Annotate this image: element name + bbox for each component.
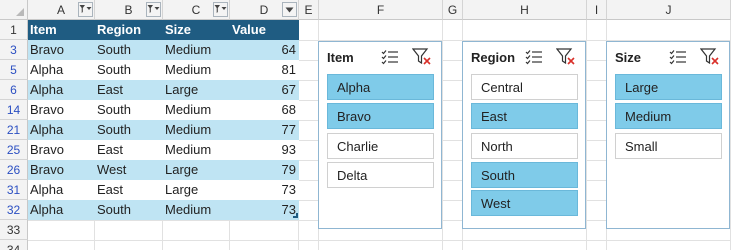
- table-cell[interactable]: Large: [163, 180, 230, 200]
- table-cell[interactable]: Medium: [163, 120, 230, 140]
- header-label: Value: [232, 22, 266, 37]
- table-cell[interactable]: Medium: [163, 60, 230, 80]
- slicer-button[interactable]: West: [471, 190, 578, 216]
- column-header-i[interactable]: I: [587, 0, 607, 20]
- slicer-size[interactable]: Size Large Medium Small: [606, 41, 730, 229]
- table-cell[interactable]: Medium: [163, 100, 230, 120]
- filter-dropdown-icon[interactable]: [146, 2, 161, 17]
- table-cell[interactable]: Bravo: [28, 140, 95, 160]
- table-cell[interactable]: Medium: [163, 40, 230, 60]
- table-header-value[interactable]: Value: [230, 20, 299, 40]
- gridline: [586, 20, 587, 250]
- header-label: Size: [165, 22, 192, 37]
- slicer-button[interactable]: Alpha: [327, 74, 434, 100]
- header-label: Region: [97, 22, 142, 37]
- table-header-size[interactable]: Size: [163, 20, 230, 40]
- row-header[interactable]: 34: [0, 240, 28, 250]
- row-header[interactable]: 3: [0, 40, 28, 60]
- table-cell[interactable]: West: [95, 160, 163, 180]
- table-cell[interactable]: South: [95, 40, 163, 60]
- filter-dropdown-icon[interactable]: [213, 2, 228, 17]
- table-cell[interactable]: South: [95, 120, 163, 140]
- row-header[interactable]: 14: [0, 100, 28, 120]
- slicer-button[interactable]: South: [471, 162, 578, 188]
- select-all-corner[interactable]: [0, 0, 28, 20]
- column-header-e[interactable]: E: [299, 0, 319, 20]
- table-cell[interactable]: Alpha: [28, 60, 95, 80]
- table-header-item[interactable]: Item: [28, 20, 95, 40]
- table-cell[interactable]: Alpha: [28, 200, 95, 220]
- multi-select-icon[interactable]: [523, 46, 545, 68]
- row-header[interactable]: 5: [0, 60, 28, 80]
- table-cell[interactable]: East: [95, 140, 163, 160]
- multi-select-icon[interactable]: [379, 46, 401, 68]
- gridline: [28, 240, 731, 241]
- table-cell[interactable]: Large: [163, 160, 230, 180]
- column-header-j[interactable]: J: [607, 0, 731, 20]
- table-cell[interactable]: Medium: [163, 200, 230, 220]
- slicer-title: Item: [327, 50, 354, 65]
- clear-filter-icon[interactable]: [555, 46, 577, 68]
- table-cell[interactable]: East: [95, 80, 163, 100]
- slicer-button[interactable]: Delta: [327, 162, 434, 188]
- table-cell[interactable]: 81: [230, 60, 299, 80]
- table-cell[interactable]: Alpha: [28, 80, 95, 100]
- table-cell[interactable]: 93: [230, 140, 299, 160]
- table-cell[interactable]: 64: [230, 40, 299, 60]
- table-cell[interactable]: South: [95, 100, 163, 120]
- slicer-button[interactable]: Large: [615, 74, 722, 100]
- row-header[interactable]: 31: [0, 180, 28, 200]
- table-cell[interactable]: Bravo: [28, 160, 95, 180]
- table-resize-handle[interactable]: [293, 213, 298, 218]
- multi-select-icon[interactable]: [667, 46, 689, 68]
- gridline: [442, 20, 443, 250]
- slicer-title: Size: [615, 50, 642, 65]
- slicer-button[interactable]: Central: [471, 74, 578, 100]
- table-cell[interactable]: 73: [230, 180, 299, 200]
- row-header[interactable]: 33: [0, 220, 28, 240]
- table-cell[interactable]: 68: [230, 100, 299, 120]
- table-cell[interactable]: 67: [230, 80, 299, 100]
- table-cell[interactable]: Alpha: [28, 180, 95, 200]
- column-header-h[interactable]: H: [463, 0, 587, 20]
- dropdown-arrow-icon[interactable]: [282, 2, 297, 17]
- row-header[interactable]: 25: [0, 140, 28, 160]
- column-header-f[interactable]: F: [319, 0, 443, 20]
- table-cell[interactable]: Large: [163, 80, 230, 100]
- table-cell[interactable]: Alpha: [28, 120, 95, 140]
- table-cell[interactable]: 79: [230, 160, 299, 180]
- slicer-item[interactable]: Item Alpha Bravo Charlie Delta: [318, 41, 442, 229]
- row-header[interactable]: 21: [0, 120, 28, 140]
- row-header[interactable]: 1: [0, 20, 28, 40]
- header-label: Item: [30, 22, 57, 37]
- slicer-region[interactable]: Region Central East North South West: [462, 41, 586, 229]
- table-cell[interactable]: 73: [230, 200, 299, 220]
- table-cell[interactable]: Bravo: [28, 40, 95, 60]
- table-cell[interactable]: South: [95, 200, 163, 220]
- slicer-button[interactable]: Small: [615, 133, 722, 159]
- clear-filter-icon[interactable]: [411, 46, 433, 68]
- filter-dropdown-icon[interactable]: [78, 2, 93, 17]
- slicer-button[interactable]: North: [471, 133, 578, 159]
- table-cell[interactable]: Medium: [163, 140, 230, 160]
- clear-filter-icon[interactable]: [699, 46, 721, 68]
- slicer-button[interactable]: Charlie: [327, 133, 434, 159]
- row-header[interactable]: 26: [0, 160, 28, 180]
- table-cell[interactable]: East: [95, 180, 163, 200]
- slicer-button[interactable]: Medium: [615, 103, 722, 129]
- slicer-button[interactable]: Bravo: [327, 103, 434, 129]
- table-cell[interactable]: 77: [230, 120, 299, 140]
- slicer-button[interactable]: East: [471, 103, 578, 129]
- table-header-region[interactable]: Region: [95, 20, 163, 40]
- table-cell[interactable]: South: [95, 60, 163, 80]
- table-cell[interactable]: Bravo: [28, 100, 95, 120]
- row-header[interactable]: 32: [0, 200, 28, 220]
- row-header[interactable]: 6: [0, 80, 28, 100]
- slicer-title: Region: [471, 50, 516, 65]
- column-header-g[interactable]: G: [443, 0, 463, 20]
